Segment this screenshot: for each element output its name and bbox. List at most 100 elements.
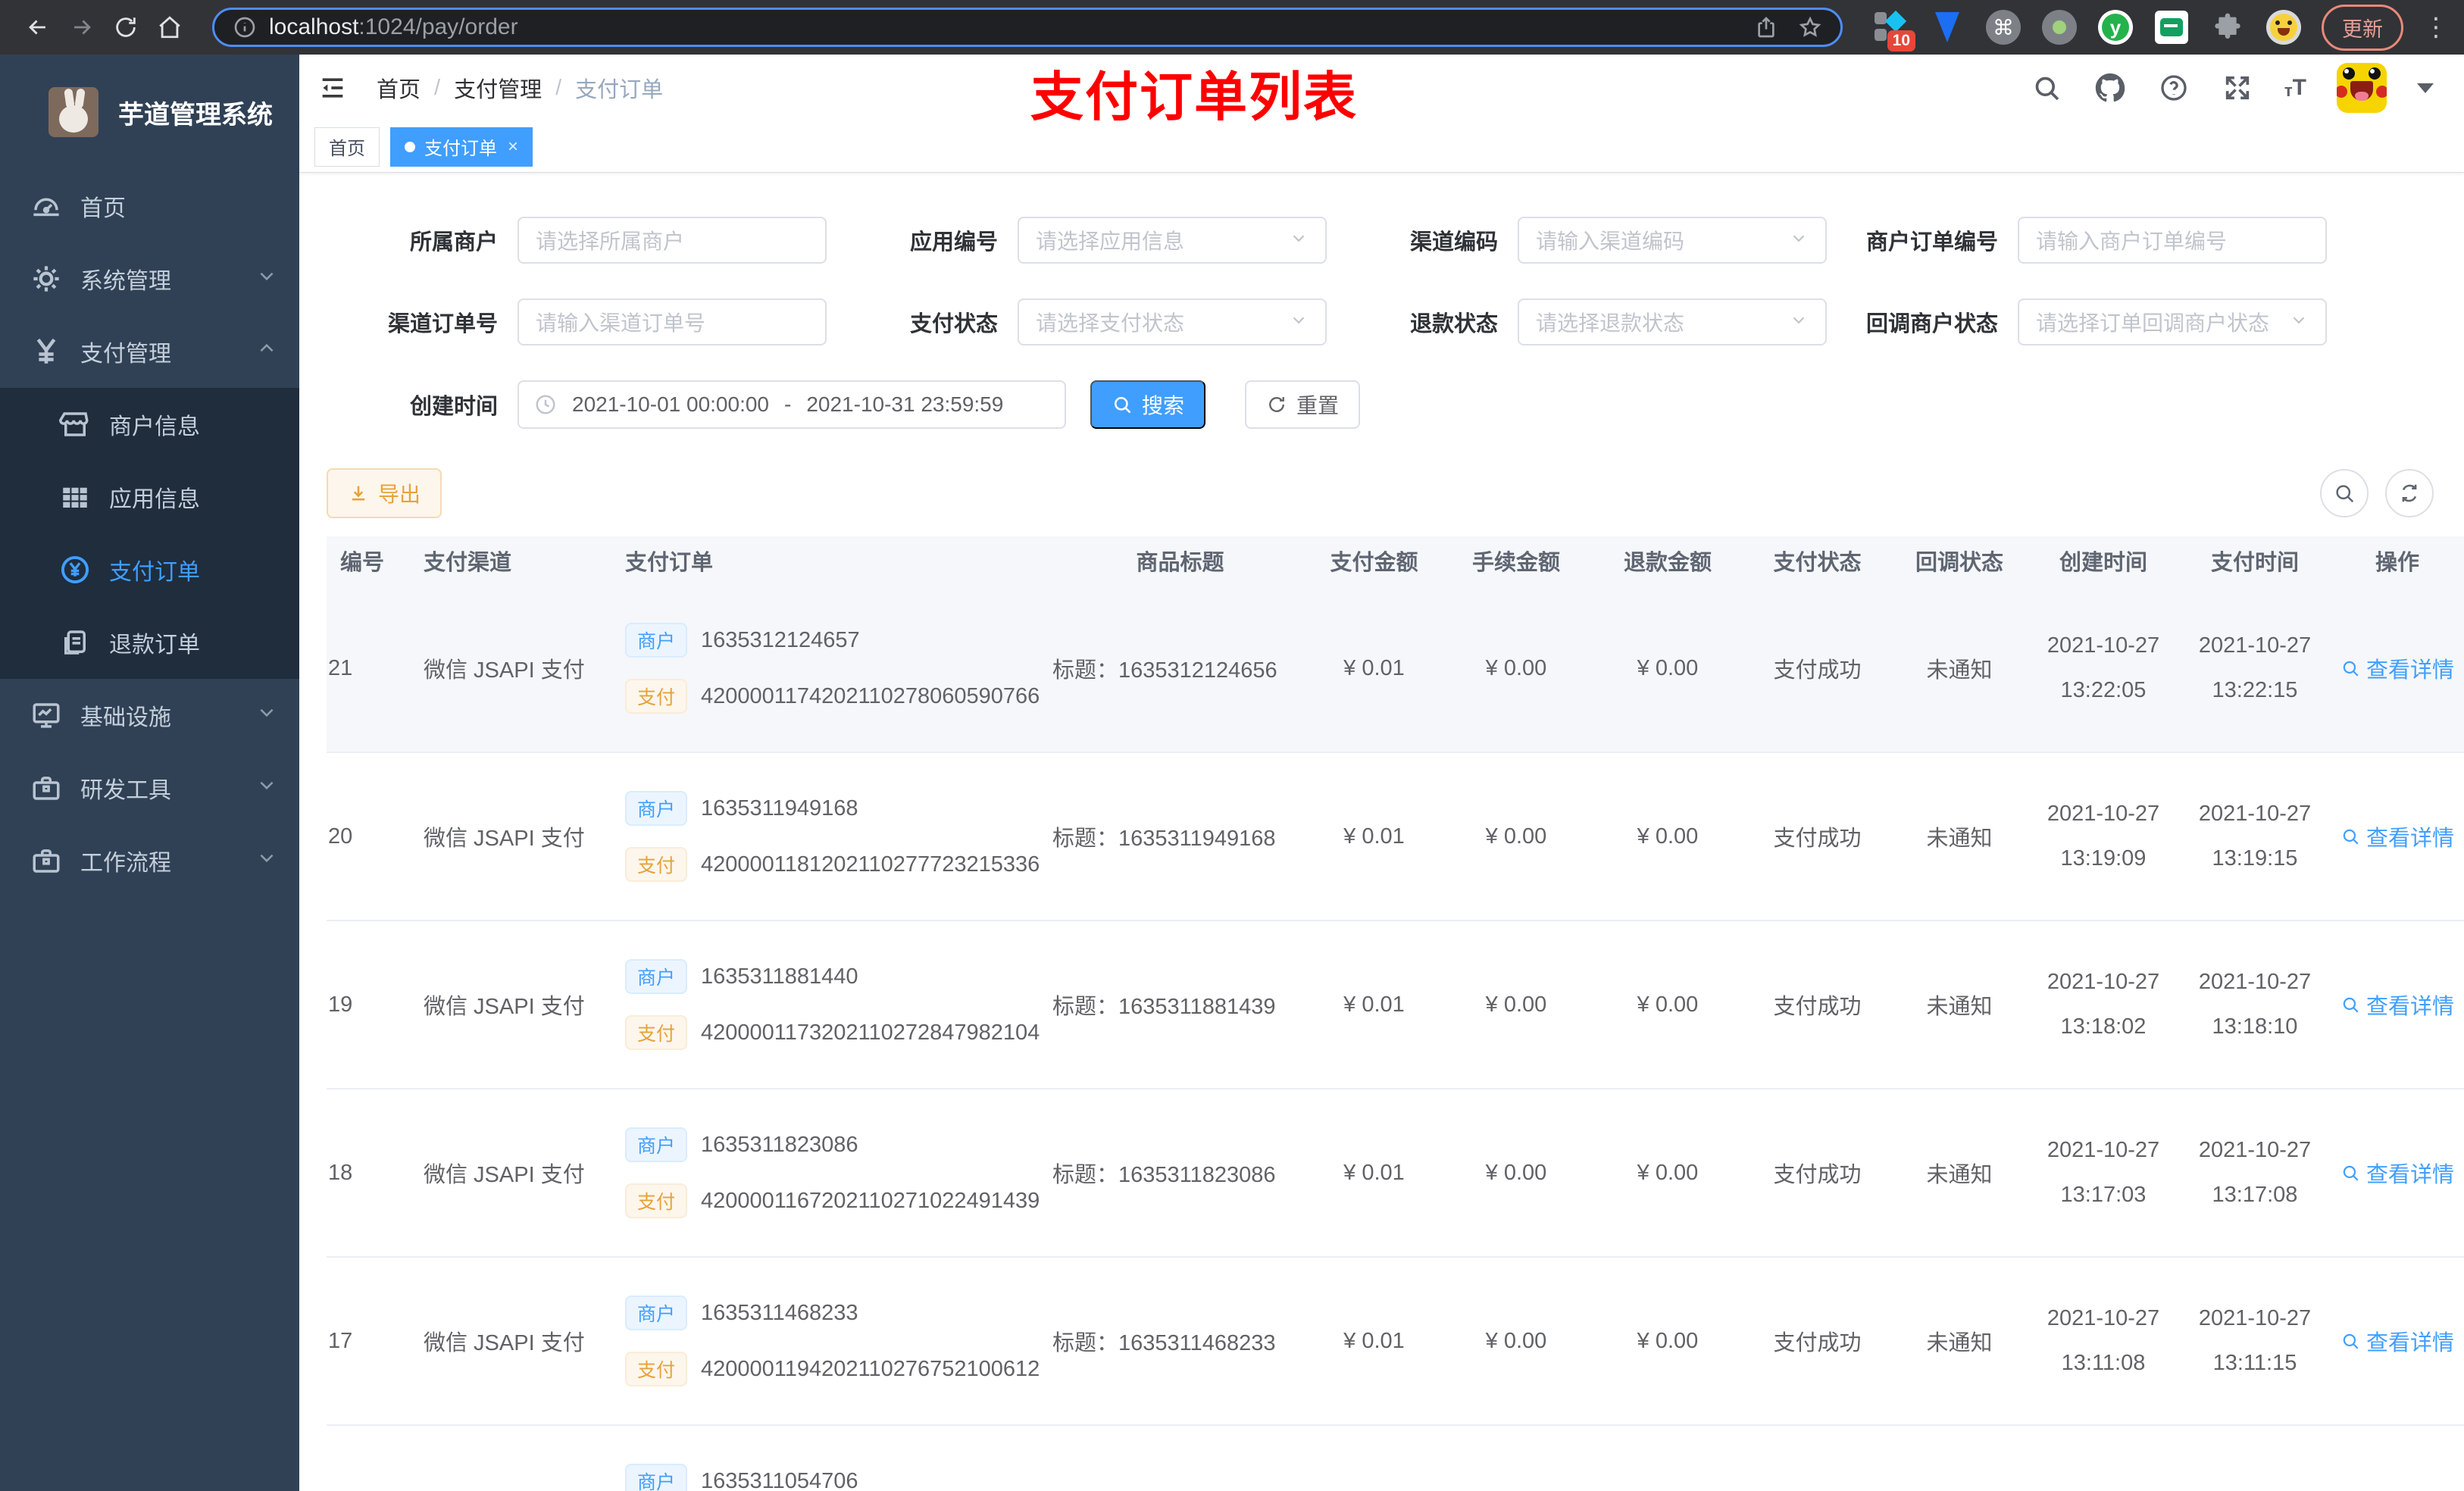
extension-command-icon[interactable]: ⌘ (1985, 9, 2022, 45)
pay-status: 支付成功 (1773, 995, 1862, 1019)
search-icon (2343, 997, 2359, 1013)
app-id-select[interactable]: 请选择应用信息 (1018, 217, 1327, 264)
reload-icon (116, 17, 136, 37)
tag-active-dot (405, 141, 415, 152)
sidebar-fold-button[interactable] (314, 70, 351, 106)
extension-kite-icon[interactable] (1929, 9, 1965, 45)
sidebar-item-label: 商户信息 (109, 414, 200, 439)
merchant-input[interactable]: 请选择所属商户 (518, 217, 827, 264)
logo-image (48, 87, 98, 137)
user-avatar[interactable] (2337, 63, 2387, 113)
field-label: 渠道编码 (1409, 230, 1498, 255)
browser-home-button[interactable] (152, 9, 188, 45)
breadcrumb-payment[interactable]: 支付管理 (454, 72, 542, 104)
view-detail-link[interactable]: 查看详情 (2340, 1157, 2454, 1189)
pay-status: 支付成功 (1773, 1331, 1862, 1355)
view-detail-link[interactable]: 查看详情 (2340, 989, 2454, 1021)
date-range-picker[interactable]: 2021-10-01 00:00:00 - 2021-10-31 23:59:5… (518, 380, 1066, 429)
extension-tampermonkey-icon[interactable]: 10 (1873, 9, 1915, 52)
user-menu-caret-icon[interactable] (2417, 83, 2434, 93)
browser-menu-button[interactable]: ⋮ (2423, 14, 2449, 40)
sidebar-item-label: 系统管理 (80, 269, 171, 294)
browser-back-button[interactable] (20, 9, 56, 45)
extensions-puzzle-icon[interactable] (2209, 9, 2246, 45)
pay-status: 支付成功 (1773, 827, 1862, 851)
show-search-button[interactable] (2320, 469, 2369, 517)
browser-reload-button[interactable] (108, 9, 144, 45)
filter-merchant-order-no: 商户订单编号 请输入商户订单编号 (1827, 217, 2327, 264)
view-detail-link[interactable]: 查看详情 (2340, 1325, 2454, 1357)
refund-status-select[interactable]: 请选择退款状态 (1518, 299, 1827, 345)
fullscreen-icon[interactable] (2221, 71, 2254, 105)
sidebar-item-system[interactable]: 系统管理 (0, 242, 299, 315)
notify-status: 未通知 (1926, 827, 1993, 851)
extension-y-icon[interactable] (2097, 9, 2134, 45)
reset-button[interactable]: 重置 (1245, 380, 1361, 429)
share-icon[interactable] (1754, 15, 1778, 39)
tag-home[interactable]: 首页 (314, 127, 380, 167)
sidebar-item-pay-order[interactable]: 支付订单 (0, 533, 299, 606)
sidebar-item-app-info[interactable]: 应用信息 (0, 461, 299, 533)
merchant-order-no-input[interactable]: 请输入商户订单编号 (2018, 217, 2327, 264)
sidebar-item-infrastructure[interactable]: 基础设施 (0, 679, 299, 752)
paid-time: 2021-10-27 13:19:15 (2198, 802, 2312, 871)
extension-recorder-icon[interactable] (2041, 9, 2078, 45)
table-row: 21 微信 JSAPI 支付 商户 1635312124657 支付 42000… (327, 585, 2464, 753)
tag-close-icon[interactable]: × (508, 136, 518, 158)
created-time: 2021-10-27 13:11:08 (2047, 1306, 2160, 1375)
refresh-table-button[interactable] (2385, 469, 2434, 517)
breadcrumb-home[interactable]: 首页 (377, 72, 421, 104)
channel-code-select[interactable]: 请输入渠道编码 (1518, 217, 1827, 264)
sidebar-item-home[interactable]: 首页 (0, 170, 299, 242)
url-input[interactable]: localhost:1024/pay/order (212, 8, 1843, 47)
tag-pay-order[interactable]: 支付订单 × (390, 127, 533, 167)
browser-update-button[interactable]: 更新 (2322, 4, 2403, 51)
extension-chat-icon[interactable] (2153, 9, 2190, 45)
product-title: 标题：1635311881439 (1052, 995, 1276, 1019)
view-detail-link[interactable]: 查看详情 (2340, 821, 2454, 852)
help-icon[interactable] (2157, 71, 2190, 105)
browser-forward-button[interactable] (64, 9, 100, 45)
placeholder: 请输入渠道编码 (1536, 230, 1685, 253)
bookmark-star-icon[interactable] (1798, 15, 1822, 39)
pay-order-cell: 商户 1635312124657 支付 42000011742021102780… (614, 623, 1046, 714)
font-size-icon[interactable]: тT (2284, 75, 2306, 101)
sidebar-item-workflow[interactable]: 工作流程 (0, 824, 299, 897)
export-button[interactable]: 导出 (327, 468, 442, 518)
channel-order-no-input[interactable]: 请输入渠道订单号 (518, 299, 827, 345)
sidebar-item-refund-order[interactable]: 退款订单 (0, 606, 299, 679)
action-cell: 查看详情 (2331, 989, 2464, 1021)
reset-label: 重置 (1296, 394, 1340, 417)
date-end: 2021-10-31 23:59:59 (806, 392, 1004, 416)
breadcrumb-current: 支付订单 (575, 78, 664, 102)
site-info-icon[interactable] (233, 15, 257, 39)
merchant-order-no: 1635311881440 (701, 964, 858, 989)
merchant-order-no: 1635312124657 (701, 627, 860, 652)
notify-status-select[interactable]: 请选择订单回调商户状态 (2018, 299, 2327, 345)
placeholder: 请选择订单回调商户状态 (2036, 311, 2270, 335)
sidebar-item-label: 首页 (80, 196, 126, 221)
refund-amount: ¥ 0.00 (1637, 824, 1699, 849)
dashboard-icon (29, 189, 64, 223)
sidebar-item-merchant-info[interactable]: 商户信息 (0, 388, 299, 461)
tag-label: 支付订单 (424, 139, 497, 159)
chevron-down-icon (1789, 228, 1809, 253)
col-created: 创建时间 (2059, 551, 2147, 575)
channel-order-no: 4200001167202110271022491439 (701, 1188, 1040, 1213)
github-icon[interactable] (2093, 71, 2127, 105)
sidebar-item-dev-tools[interactable]: 研发工具 (0, 752, 299, 824)
back-icon (29, 20, 45, 35)
view-detail-link[interactable]: 查看详情 (2340, 652, 2454, 684)
profile-avatar-icon[interactable] (2265, 9, 2302, 45)
sidebar-item-payment[interactable]: 支付管理 (0, 315, 299, 388)
chevron-down-icon (1289, 228, 1309, 253)
search-button[interactable]: 搜索 (1090, 380, 1206, 429)
forward-icon (74, 20, 91, 35)
search-icon[interactable] (2030, 71, 2063, 105)
paid-time: 2021-10-27 13:11:15 (2198, 1306, 2312, 1375)
shop-icon (59, 408, 91, 440)
date-start: 2021-10-01 00:00:00 (572, 392, 769, 416)
pay-status-select[interactable]: 请选择支付状态 (1018, 299, 1327, 345)
search-icon (2343, 829, 2359, 845)
pay-channel: 微信 JSAPI 支付 (424, 1163, 585, 1187)
